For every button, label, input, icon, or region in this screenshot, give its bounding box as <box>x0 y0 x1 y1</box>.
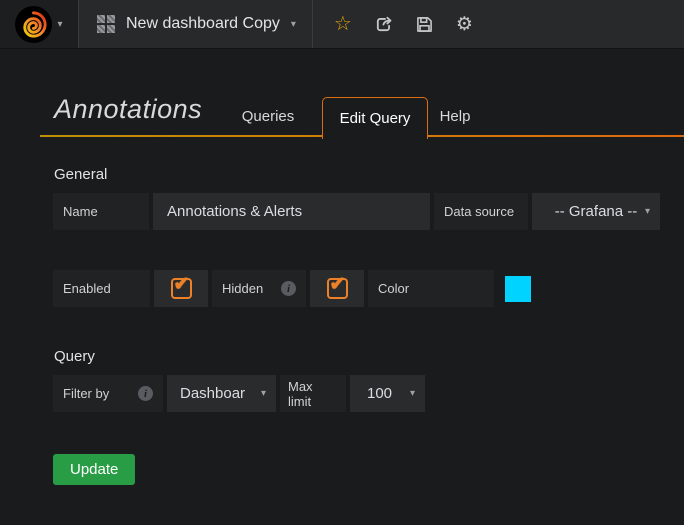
enabled-check-icon: ✔ <box>174 273 190 296</box>
dashboard-title: New dashboard Copy <box>126 15 280 33</box>
settings-gear-icon[interactable]: ⚙ <box>456 15 473 34</box>
filter-by-caret-icon: ▾ <box>261 388 266 399</box>
filter-by-label: Filter by <box>63 386 109 401</box>
general-section-label: General <box>54 166 684 183</box>
filter-by-select-value: Dashboar <box>180 385 245 402</box>
hidden-checkbox-container: ✔ <box>310 270 364 307</box>
grafana-menu-caret-icon: ▾ <box>57 19 62 30</box>
query-row: Filter by i Dashboar ▾ Max limit 100 ▾ <box>53 375 684 412</box>
update-button[interactable]: Update <box>53 454 135 485</box>
datasource-select[interactable]: -- Grafana -- ▾ <box>532 193 660 230</box>
tab-queries[interactable]: Queries <box>228 97 308 135</box>
navbar-actions: ☆ ⚙ <box>313 0 473 48</box>
tab-edit-query[interactable]: Edit Query <box>322 97 428 139</box>
share-icon[interactable] <box>375 15 393 33</box>
grafana-logo-icon <box>15 6 52 43</box>
general-toggles-row: Enabled ✔ Hidden i ✔ Color <box>53 270 684 307</box>
dashboard-title-menu[interactable]: New dashboard Copy ▾ <box>79 0 313 48</box>
name-label: Name <box>53 193 149 230</box>
max-limit-caret-icon: ▾ <box>410 388 415 399</box>
favorite-star-icon[interactable]: ☆ <box>334 14 352 34</box>
enabled-checkbox-container: ✔ <box>154 270 208 307</box>
annotations-header: Annotations Queries Edit Query Help <box>0 48 684 137</box>
hidden-info-icon[interactable]: i <box>281 281 296 296</box>
top-navbar: ▾ New dashboard Copy ▾ ☆ ⚙ <box>0 0 684 48</box>
hidden-check-icon: ✔ <box>330 273 346 296</box>
annotation-color-swatch[interactable] <box>505 276 531 302</box>
query-section-label: Query <box>54 348 684 365</box>
max-limit-label: Max limit <box>280 375 346 412</box>
filter-by-select[interactable]: Dashboar ▾ <box>167 375 276 412</box>
hidden-checkbox[interactable]: ✔ <box>327 278 348 299</box>
tab-help[interactable]: Help <box>425 97 485 135</box>
dashboard-title-caret-icon: ▾ <box>291 19 296 30</box>
filter-by-label-box: Filter by i <box>53 375 163 412</box>
general-name-row: Name Annotations & Alerts Data source --… <box>53 193 684 230</box>
datasource-caret-icon: ▾ <box>645 206 650 217</box>
max-limit-select-value: 100 <box>367 385 392 402</box>
name-input[interactable]: Annotations & Alerts <box>153 193 430 230</box>
filter-by-info-icon[interactable]: i <box>138 386 153 401</box>
enabled-checkbox[interactable]: ✔ <box>171 278 192 299</box>
save-icon[interactable] <box>416 16 433 33</box>
datasource-select-value: -- Grafana -- <box>555 203 638 220</box>
grafana-menu[interactable]: ▾ <box>0 0 79 48</box>
page-title: Annotations <box>54 94 202 125</box>
max-limit-select[interactable]: 100 ▾ <box>350 375 425 412</box>
color-label: Color <box>368 270 494 307</box>
dashboard-grid-icon <box>97 15 115 33</box>
datasource-label: Data source <box>434 193 528 230</box>
hidden-label: Hidden <box>222 281 263 296</box>
enabled-label: Enabled <box>53 270 150 307</box>
hidden-label-box: Hidden i <box>212 270 306 307</box>
